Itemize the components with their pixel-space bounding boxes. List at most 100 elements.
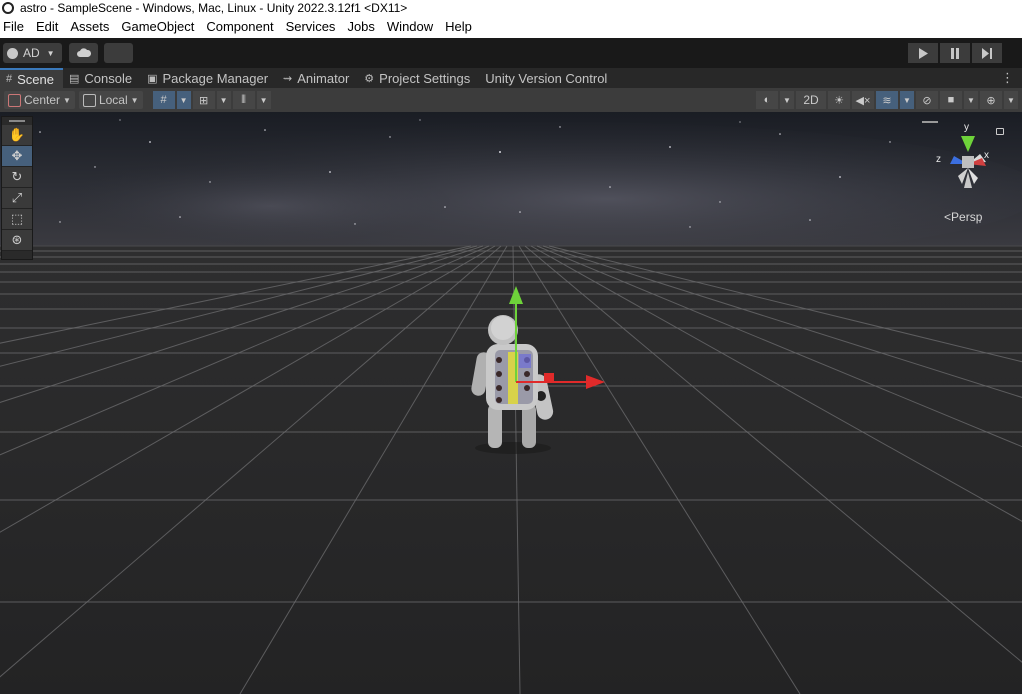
tab-package-manager[interactable]: ▣ Package Manager bbox=[141, 68, 277, 88]
rect-tool-button[interactable]: ⬚ bbox=[2, 209, 32, 230]
effects-dropdown[interactable]: ▼ bbox=[900, 91, 914, 109]
pivot-label: Center bbox=[24, 93, 61, 107]
unity-logo-icon bbox=[2, 2, 14, 14]
axis-z-label: z bbox=[936, 154, 941, 165]
collab-button[interactable] bbox=[104, 43, 133, 63]
move-tool-button[interactable]: ✥ bbox=[2, 146, 32, 167]
grid-snap-icon: # bbox=[160, 94, 167, 106]
tab-label: Unity Version Control bbox=[485, 70, 608, 86]
ruler-button[interactable]: ⦀ bbox=[232, 91, 255, 109]
play-icon bbox=[919, 47, 928, 59]
mode-2d-label: 2D bbox=[803, 93, 819, 107]
grid-snap-button[interactable]: # bbox=[152, 91, 175, 109]
draw-mode-dropdown[interactable]: ▼ bbox=[780, 91, 794, 109]
projection-text: Persp bbox=[951, 210, 983, 224]
cloud-icon bbox=[76, 48, 91, 57]
tab-label: Animator bbox=[297, 70, 350, 86]
hand-icon: ✋ bbox=[8, 127, 26, 142]
grid-icon: # bbox=[6, 73, 13, 85]
scene-viewport[interactable] bbox=[0, 112, 1022, 694]
projection-label[interactable]: <Persp bbox=[944, 210, 982, 224]
hand-tool-button[interactable]: ✋ bbox=[2, 125, 32, 146]
menu-services[interactable]: Services bbox=[280, 16, 342, 38]
tab-project-settings[interactable]: ⚙ Project Settings bbox=[358, 68, 479, 88]
account-dropdown[interactable]: AD ▼ bbox=[3, 43, 62, 63]
orientation-gizmo[interactable]: y z x <Persp bbox=[922, 118, 1008, 228]
gizmos-button[interactable]: ⊕ bbox=[980, 91, 1002, 109]
tab-label: Scene bbox=[17, 71, 54, 87]
scale-icon: ⤢ bbox=[11, 190, 23, 205]
camera-button[interactable]: ■ bbox=[940, 91, 962, 109]
layers-icon: ≋ bbox=[882, 94, 892, 107]
window-title: astro - SampleScene - Windows, Mac, Linu… bbox=[20, 1, 408, 15]
move-icon: ✥ bbox=[11, 148, 23, 163]
more-options-icon[interactable]: ⋮ bbox=[1001, 70, 1014, 86]
editor-tabbar: # Scene ▤ Console ▣ Package Manager ⇝ An… bbox=[0, 68, 1022, 88]
scene-render bbox=[0, 112, 1022, 694]
chevron-down-icon: ▼ bbox=[46, 48, 55, 58]
grid-snap-dropdown[interactable]: ▼ bbox=[176, 91, 191, 109]
cube-icon bbox=[82, 93, 96, 107]
scale-tool-button[interactable]: ⤢ bbox=[2, 188, 32, 209]
menu-jobs[interactable]: Jobs bbox=[341, 16, 380, 38]
mode-2d-button[interactable]: 2D bbox=[796, 91, 826, 109]
main-toolbar: AD ▼ bbox=[0, 38, 1022, 68]
tab-version-control[interactable]: Unity Version Control bbox=[479, 68, 616, 88]
step-icon bbox=[982, 47, 992, 59]
effects-button[interactable]: ≋ bbox=[876, 91, 898, 109]
perspective-icon: < bbox=[944, 210, 952, 224]
camera-dropdown[interactable]: ▼ bbox=[964, 91, 978, 109]
play-button[interactable] bbox=[908, 43, 938, 63]
chevron-down-icon: ▼ bbox=[259, 95, 268, 105]
gizmo-icon: ⊕ bbox=[986, 94, 996, 107]
tab-animator[interactable]: ⇝ Animator bbox=[277, 68, 358, 88]
increment-snap-dropdown[interactable]: ▼ bbox=[216, 91, 231, 109]
rotate-icon: ↻ bbox=[11, 169, 23, 184]
cloud-button[interactable] bbox=[69, 43, 98, 63]
rotate-tool-button[interactable]: ↻ bbox=[2, 167, 32, 188]
menu-edit[interactable]: Edit bbox=[30, 16, 64, 38]
gear-icon: ⚙ bbox=[364, 72, 375, 85]
scene-toolbar: Center ▼ Local ▼ # ▼ ⊞ ▼ ⦀ ▼ ◐ ▼ 2D ☀ ◀×… bbox=[0, 88, 1022, 112]
axis-y-label: y bbox=[964, 122, 969, 133]
pause-button[interactable] bbox=[940, 43, 970, 63]
console-icon: ▤ bbox=[69, 72, 80, 85]
menu-file[interactable]: File bbox=[0, 16, 30, 38]
shading-icon: ◐ bbox=[763, 94, 771, 106]
draw-mode-button[interactable]: ◐ bbox=[756, 91, 778, 109]
audio-button[interactable]: ◀× bbox=[852, 91, 874, 109]
tab-label: Console bbox=[84, 70, 133, 86]
chevron-down-icon: ▼ bbox=[967, 95, 975, 105]
window-titlebar: astro - SampleScene - Windows, Mac, Linu… bbox=[0, 0, 1022, 16]
gizmos-dropdown[interactable]: ▼ bbox=[1004, 91, 1018, 109]
menu-help[interactable]: Help bbox=[439, 16, 478, 38]
chevron-down-icon: ▼ bbox=[63, 95, 71, 105]
transform-tool-button[interactable]: ⊛ bbox=[2, 230, 32, 251]
menu-assets[interactable]: Assets bbox=[64, 16, 115, 38]
account-icon bbox=[7, 47, 18, 59]
chevron-down-icon: ▼ bbox=[903, 95, 911, 105]
tab-label: Project Settings bbox=[379, 70, 471, 86]
space-label: Local bbox=[98, 93, 128, 107]
overlay-grip[interactable] bbox=[2, 117, 32, 125]
animator-icon: ⇝ bbox=[283, 72, 293, 85]
rect-icon: ⬚ bbox=[10, 211, 24, 226]
tab-console[interactable]: ▤ Console bbox=[63, 68, 141, 88]
pivot-mode-dropdown[interactable]: Center ▼ bbox=[4, 91, 75, 109]
chevron-down-icon: ▼ bbox=[179, 95, 188, 105]
menu-window[interactable]: Window bbox=[381, 16, 439, 38]
overlay-grip[interactable] bbox=[922, 121, 938, 123]
menu-component[interactable]: Component bbox=[200, 16, 279, 38]
light-icon: ☀ bbox=[834, 94, 844, 107]
tab-scene[interactable]: # Scene bbox=[0, 68, 63, 88]
snap-icon: ⊞ bbox=[198, 94, 209, 107]
visibility-button[interactable]: ⊘ bbox=[916, 91, 938, 109]
step-button[interactable] bbox=[972, 43, 1002, 63]
increment-snap-button[interactable]: ⊞ bbox=[192, 91, 215, 109]
lock-icon[interactable] bbox=[996, 128, 1004, 135]
menu-gameobject[interactable]: GameObject bbox=[115, 16, 200, 38]
pivot-rotation-dropdown[interactable]: Local ▼ bbox=[78, 91, 143, 109]
menubar: File Edit Assets GameObject Component Se… bbox=[0, 16, 1022, 38]
ruler-dropdown[interactable]: ▼ bbox=[256, 91, 271, 109]
lighting-button[interactable]: ☀ bbox=[828, 91, 850, 109]
